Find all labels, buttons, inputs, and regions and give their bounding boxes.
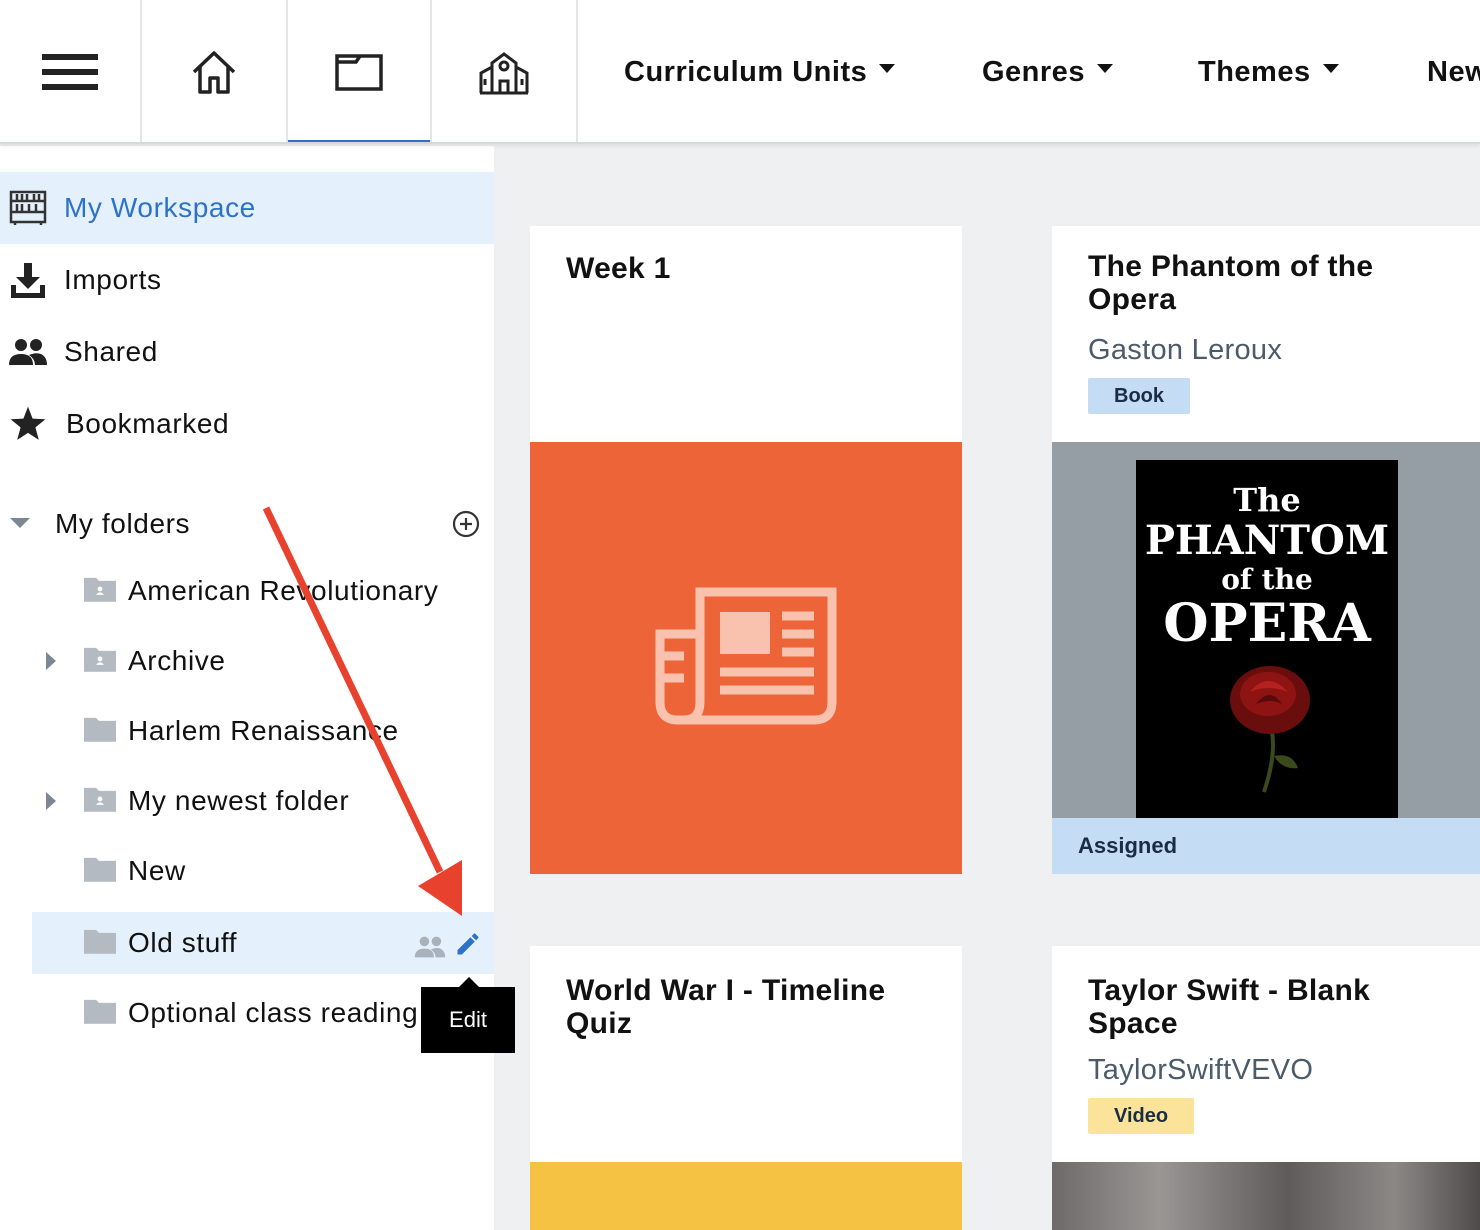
cover-text: OPERA (1163, 593, 1371, 654)
curriculum-units-label: Curriculum Units (624, 55, 868, 88)
assigned-status-bar: Assigned (1052, 818, 1480, 874)
content-card-world-war-i-quiz[interactable]: World War I - Timeline Quiz (530, 946, 962, 1230)
cover-text: The (1233, 481, 1301, 519)
curriculum-units-menu[interactable]: Curriculum Units (624, 0, 896, 142)
download-icon (8, 260, 48, 300)
type-badge: Book (1088, 378, 1190, 414)
edit-tooltip: Edit (421, 977, 515, 1053)
sidebar-item-label: Shared (64, 336, 158, 367)
folder-item-new[interactable]: New (32, 840, 494, 902)
card-title: Taylor Swift - Blank Space (1088, 974, 1371, 1040)
top-navigation: Curriculum Units Genres Themes New (0, 0, 1480, 144)
sidebar-item-imports[interactable]: Imports (0, 244, 494, 316)
workspace-icon (8, 188, 48, 228)
home-icon[interactable] (142, 0, 288, 142)
folder-item-my-newest-folder[interactable]: My newest folder (32, 770, 494, 832)
folder-icon (84, 998, 116, 1024)
folder-item-archive[interactable]: Archive (32, 630, 494, 692)
folder-icon[interactable] (288, 0, 432, 142)
my-folders-title: My folders (55, 508, 191, 539)
shared-folder-icon (84, 786, 116, 812)
caret-down-icon (879, 63, 896, 73)
book-cover-image: The PHANTOM of the OPERA (1136, 460, 1398, 818)
genres-label: Genres (982, 55, 1085, 88)
folder-item-old-stuff[interactable]: Old stuff (32, 912, 494, 974)
school-icon[interactable] (432, 0, 578, 142)
new-label: New (1427, 55, 1480, 88)
folder-label: Old stuff (128, 927, 238, 958)
folder-label: Harlem Renaissance (128, 715, 399, 746)
star-icon (8, 404, 48, 444)
content-card-phantom-of-the-opera[interactable]: The Phantom of the Opera Gaston Leroux B… (1052, 226, 1480, 874)
my-folders-header: My folders (0, 496, 494, 556)
sidebar-item-bookmarked[interactable]: Bookmarked (0, 388, 494, 460)
shared-folder-icon (84, 646, 116, 672)
people-icon (8, 332, 48, 372)
card-author: TaylorSwiftVEVO (1088, 1054, 1314, 1086)
shared-folder-icon (84, 576, 116, 602)
caret-down-icon (1096, 63, 1113, 73)
expand-triangle-icon[interactable] (46, 792, 56, 810)
themes-label: Themes (1198, 55, 1311, 88)
caret-down-icon (1322, 63, 1339, 73)
type-badge: Video (1088, 1098, 1195, 1134)
genres-menu[interactable]: Genres (982, 0, 1113, 142)
folder-label: American Revolutionary (128, 575, 439, 606)
add-folder-icon[interactable] (452, 510, 480, 545)
folder-icon (84, 716, 116, 742)
themes-menu[interactable]: Themes (1198, 0, 1339, 142)
folder-icon (84, 856, 116, 882)
card-title: Week 1 (566, 252, 671, 285)
card-title: World War I - Timeline Quiz (566, 974, 886, 1040)
cover-text: of the (1221, 563, 1313, 596)
card-thumbnail (530, 1162, 962, 1230)
folder-label: Archive (128, 645, 226, 676)
folder-item-american-revolutionary[interactable]: American Revolutionary (32, 560, 494, 622)
edit-pencil-icon[interactable] (454, 930, 482, 965)
hamburger-menu-icon[interactable] (0, 0, 142, 142)
card-thumbnail: The PHANTOM of the OPERA (1052, 442, 1480, 818)
cover-text: PHANTOM (1144, 517, 1390, 564)
expand-triangle-icon[interactable] (46, 652, 56, 670)
share-folder-icon[interactable] (414, 934, 446, 966)
folder-label: Optional class reading (128, 997, 419, 1028)
card-author: Gaston Leroux (1088, 334, 1283, 366)
card-thumbnail (530, 442, 962, 874)
card-title: The Phantom of the Opera (1088, 250, 1374, 316)
sidebar-item-shared[interactable]: Shared (0, 316, 494, 388)
sidebar-item-label: Imports (64, 264, 162, 295)
folder-item-harlem-renaissance[interactable]: Harlem Renaissance (32, 700, 494, 762)
collapse-triangle-icon[interactable] (10, 518, 30, 528)
sidebar: My Workspace Imports Shared Bookmarked M… (0, 146, 494, 1230)
rose-illustration (1230, 666, 1310, 793)
folder-label: New (128, 855, 186, 886)
content-card-week-1[interactable]: Week 1 (530, 226, 962, 874)
sidebar-item-label: Bookmarked (66, 408, 230, 439)
sidebar-item-label: My Workspace (64, 192, 256, 223)
newspaper-icon (654, 586, 838, 731)
video-thumbnail-image (1052, 1162, 1480, 1230)
new-menu[interactable]: New (1427, 0, 1480, 142)
sidebar-item-my-workspace[interactable]: My Workspace (0, 172, 494, 244)
content-card-taylor-swift-blank-space[interactable]: Taylor Swift - Blank Space TaylorSwiftVE… (1052, 946, 1480, 1230)
folder-icon (84, 928, 116, 954)
folder-label: My newest folder (128, 785, 350, 816)
